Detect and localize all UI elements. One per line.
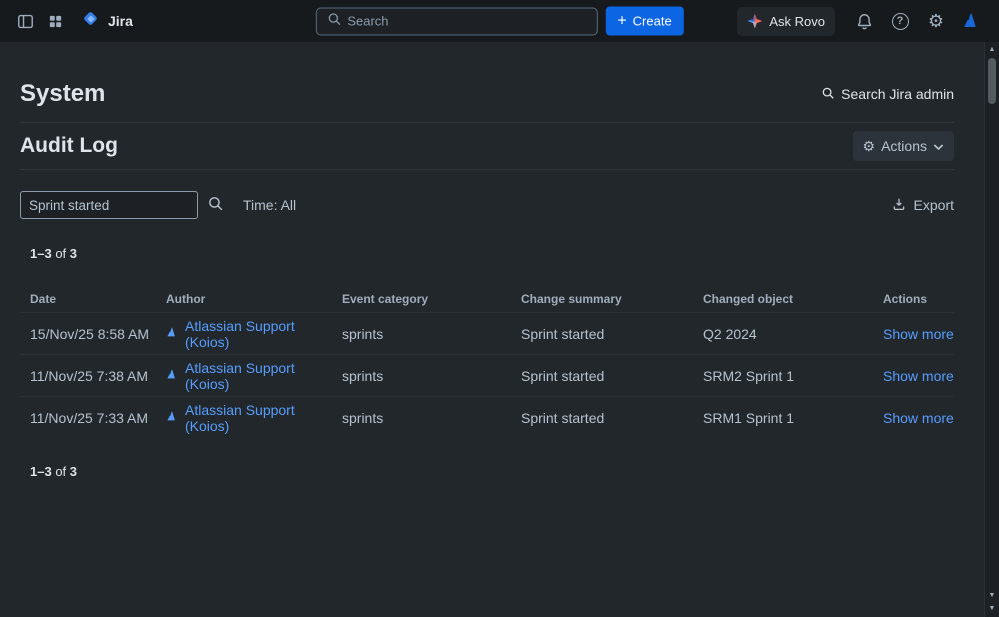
cell-summary: Sprint started: [521, 326, 703, 342]
export-label: Export: [914, 197, 954, 213]
scrollbar-thumb[interactable]: [988, 58, 996, 104]
scroll-up-arrow-bottom[interactable]: ▼: [985, 591, 999, 601]
scroll-down-arrow[interactable]: ▼: [985, 604, 999, 614]
pagination-bottom: 1–3 of 3: [30, 464, 954, 479]
column-header-date: Date: [20, 292, 166, 306]
audit-log-header: Audit Log ⚙ Actions: [20, 123, 954, 169]
topbar: Jira + Create Ask Rovo: [0, 0, 999, 42]
sidebar-toggle-button[interactable]: [10, 6, 40, 36]
app-name: Jira: [108, 13, 133, 29]
author-link[interactable]: Atlassian Support (Koios): [185, 402, 342, 434]
search-icon: [207, 195, 224, 215]
cell-author: Atlassian Support (Koios): [166, 318, 342, 350]
actions-button-label: Actions: [881, 138, 927, 154]
app-switcher-button[interactable]: [40, 6, 70, 36]
pagination-total: 3: [70, 246, 77, 261]
gear-icon: ⚙: [928, 12, 944, 30]
create-button[interactable]: + Create: [605, 7, 683, 36]
page-title: System: [20, 80, 105, 108]
global-search-input[interactable]: [347, 14, 586, 29]
divider: [20, 169, 954, 170]
table-row: 15/Nov/25 8:58 AM Atlassian Support (Koi…: [20, 312, 954, 354]
cell-author: Atlassian Support (Koios): [166, 402, 342, 434]
column-header-author: Author: [166, 292, 342, 306]
app-grid-icon: [47, 13, 64, 30]
create-button-label: Create: [633, 14, 672, 29]
jira-home-link[interactable]: Jira: [80, 8, 133, 34]
cell-summary: Sprint started: [521, 368, 703, 384]
atlassian-avatar-icon: [166, 410, 179, 426]
export-button[interactable]: Export: [891, 196, 954, 215]
question-icon: ?: [892, 13, 909, 30]
scrollbar[interactable]: ▲ ▼ ▼: [984, 42, 999, 617]
gear-icon: ⚙: [863, 139, 876, 153]
system-header: System Search Jira admin: [20, 80, 954, 108]
sidebar-panel-icon: [16, 12, 35, 31]
audit-search-input[interactable]: [20, 191, 198, 219]
time-filter[interactable]: Time: All: [243, 197, 296, 213]
audit-log-title: Audit Log: [20, 134, 118, 158]
help-button[interactable]: ?: [885, 6, 915, 36]
cell-category: sprints: [342, 368, 521, 384]
pagination-top: 1–3 of 3: [30, 246, 954, 261]
column-header-category: Event category: [342, 292, 521, 306]
actions-button[interactable]: ⚙ Actions: [853, 131, 954, 161]
ask-rovo-button[interactable]: Ask Rovo: [737, 7, 835, 36]
cell-object: SRM2 Sprint 1: [703, 368, 883, 384]
filter-bar: Time: All Export: [20, 191, 954, 219]
cell-summary: Sprint started: [521, 410, 703, 426]
cell-category: sprints: [342, 326, 521, 342]
pagination-of: of: [55, 464, 66, 479]
table-header-row: Date Author Event category Change summar…: [20, 286, 954, 312]
global-search[interactable]: [315, 7, 597, 35]
cell-date: 15/Nov/25 8:58 AM: [20, 326, 166, 342]
export-icon: [891, 196, 907, 215]
author-link[interactable]: Atlassian Support (Koios): [185, 360, 342, 392]
column-header-actions: Actions: [883, 292, 954, 306]
jira-logo-icon: [80, 8, 101, 34]
plus-icon: +: [617, 13, 626, 29]
show-more-link[interactable]: Show more: [883, 368, 954, 384]
audit-table: Date Author Event category Change summar…: [20, 286, 954, 438]
search-icon: [821, 86, 835, 103]
cell-date: 11/Nov/25 7:38 AM: [20, 368, 166, 384]
pagination-of: of: [55, 246, 66, 261]
search-jira-admin-label: Search Jira admin: [841, 86, 954, 102]
atlassian-logo[interactable]: [957, 6, 987, 36]
cell-date: 11/Nov/25 7:33 AM: [20, 410, 166, 426]
chevron-down-icon: [933, 138, 944, 154]
cell-category: sprints: [342, 410, 521, 426]
search-jira-admin-link[interactable]: Search Jira admin: [821, 86, 954, 103]
main-content: System Search Jira admin Audit Log ⚙ Act…: [0, 42, 984, 617]
ask-rovo-label: Ask Rovo: [769, 14, 825, 29]
show-more-link[interactable]: Show more: [883, 326, 954, 342]
column-header-object: Changed object: [703, 292, 883, 306]
atlassian-avatar-icon: [166, 326, 179, 342]
scroll-up-arrow[interactable]: ▲: [985, 45, 999, 55]
cell-author: Atlassian Support (Koios): [166, 360, 342, 392]
rovo-icon: [747, 14, 762, 29]
cell-object: Q2 2024: [703, 326, 883, 342]
search-button[interactable]: [207, 195, 224, 215]
pagination-range: 1–3: [30, 246, 52, 261]
notifications-button[interactable]: [849, 6, 879, 36]
table-row: 11/Nov/25 7:33 AM Atlassian Support (Koi…: [20, 396, 954, 438]
author-link[interactable]: Atlassian Support (Koios): [185, 318, 342, 350]
table-row: 11/Nov/25 7:38 AM Atlassian Support (Koi…: [20, 354, 954, 396]
pagination-range: 1–3: [30, 464, 52, 479]
bell-icon: [855, 12, 874, 31]
settings-button[interactable]: ⚙: [921, 6, 951, 36]
column-header-summary: Change summary: [521, 292, 703, 306]
show-more-link[interactable]: Show more: [883, 410, 954, 426]
pagination-total: 3: [70, 464, 77, 479]
search-icon: [326, 11, 341, 31]
cell-object: SRM1 Sprint 1: [703, 410, 883, 426]
atlassian-avatar-icon: [166, 368, 179, 384]
